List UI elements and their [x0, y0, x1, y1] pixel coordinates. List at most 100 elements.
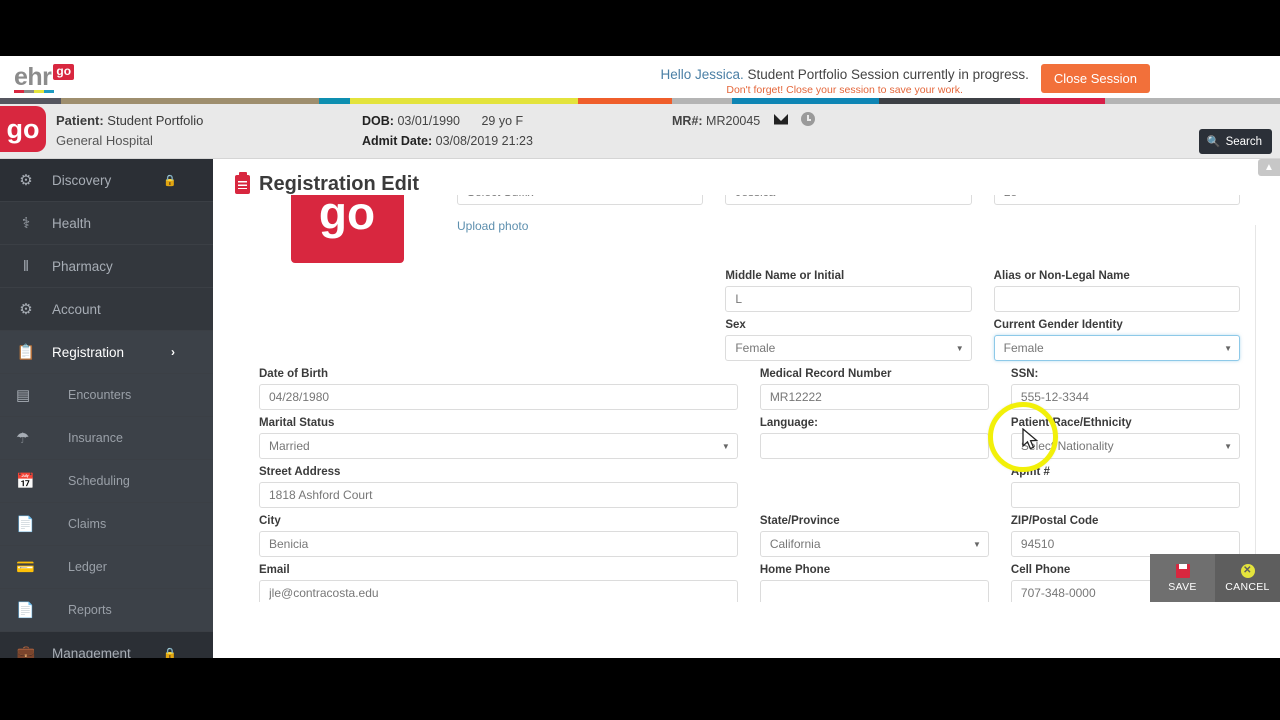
spacer-cell-2b	[457, 270, 703, 312]
last-name-input[interactable]	[993, 195, 1240, 205]
ssn-input[interactable]	[1010, 384, 1240, 410]
field-first-name: First Name	[725, 195, 972, 263]
sidebar-item-label: Registration	[52, 344, 125, 360]
city-input[interactable]	[259, 531, 738, 557]
field-street-address: Street Address	[259, 466, 738, 508]
gender-identity-select-wrap: Female ▼	[993, 335, 1240, 361]
logo-underline-segment-0	[14, 90, 24, 93]
sidebar-item-claims[interactable]: 📄 Claims	[0, 503, 213, 546]
sidebar-item-label: Claims	[68, 517, 107, 531]
patient-name-row: Patient: Student Portfolio	[56, 111, 203, 131]
logo-badge: go	[53, 64, 75, 80]
label-apartment: Apmt #	[1010, 466, 1050, 478]
field-alias: Alias or Non-Legal Name	[993, 270, 1240, 312]
sidebar-item-label: Account	[52, 301, 101, 317]
sidebar-item-account[interactable]: ⚙ Account	[0, 288, 213, 331]
mail-icon[interactable]	[774, 113, 788, 125]
sidebar-item-label: Discovery	[52, 172, 112, 188]
first-name-input[interactable]	[725, 195, 972, 205]
sidebar-item-encounters[interactable]: ▤ Encounters	[0, 374, 213, 417]
sidebar-item-discovery[interactable]: ⚙ Discovery 🔒	[0, 159, 213, 202]
search-button[interactable]: 🔍 Search	[1198, 129, 1272, 154]
spacer-cell-3b	[457, 319, 703, 361]
session-reminder: Don't forget! Close your session to save…	[726, 84, 963, 96]
marital-status-select[interactable]: Married	[259, 433, 738, 459]
application-window: ehr go Hello Jessica. Student Portfolio …	[0, 56, 1280, 658]
logo-underline	[14, 90, 54, 93]
mrn-input[interactable]	[759, 384, 989, 410]
field-state: State/Province California ▼	[759, 515, 989, 557]
close-session-button[interactable]: Close Session	[1040, 64, 1150, 93]
sex-select-wrap: Female ▼	[725, 335, 972, 361]
patient-header-bar: go Patient: Student Portfolio General Ho…	[0, 104, 1280, 159]
cogs-icon: ⚙	[19, 301, 33, 318]
home-phone-input[interactable]	[759, 580, 989, 602]
letterbox-top	[0, 0, 1280, 56]
save-button[interactable]: SAVE	[1150, 554, 1215, 602]
cancel-button-label: CANCEL	[1225, 580, 1270, 593]
sidebar-item-label: Scheduling	[68, 474, 130, 488]
chevron-right-icon: ›	[171, 345, 175, 359]
patient-dob-row: DOB: 03/01/1990 29 yo F	[362, 111, 523, 131]
clock-icon[interactable]	[801, 112, 815, 126]
suffix-select[interactable]: Select Suffix	[457, 195, 704, 205]
field-email: Email	[259, 564, 738, 602]
form-row-4: Date of Birth Medical Record Number SSN:	[259, 368, 1240, 410]
sidebar-item-registration[interactable]: 📋 Registration ›	[0, 331, 213, 374]
session-text-block: Hello Jessica. Student Portfolio Session…	[660, 64, 1028, 96]
form-row-8: Email Home Phone Cell Phone	[259, 564, 1240, 602]
label-street-address: Street Address	[259, 466, 341, 478]
patient-facility: General Hospital	[56, 133, 153, 148]
apartment-input[interactable]	[1010, 482, 1240, 508]
form-row-7: City State/Province California ▼	[259, 515, 1240, 557]
street-address-input[interactable]	[259, 482, 738, 508]
brand-bar: ehr go Hello Jessica. Student Portfolio …	[0, 56, 1280, 98]
app-logo[interactable]: ehr go	[14, 63, 75, 91]
patient-photo-placeholder[interactable]: go	[290, 195, 404, 263]
cancel-button[interactable]: ✕ CANCEL	[1215, 554, 1280, 602]
scroll-to-top-button[interactable]: ▲	[1258, 159, 1280, 176]
pills-icon: ‖	[22, 257, 30, 275]
logo-text: ehr	[14, 63, 52, 91]
sidebar-item-label: Health	[52, 215, 92, 231]
sidebar-item-management[interactable]: 💼 Management 🔒	[0, 632, 213, 658]
id-card-icon: ▤	[16, 387, 31, 404]
admit-value: 03/08/2019 21:23	[435, 134, 533, 148]
date-of-birth-input[interactable]	[259, 384, 738, 410]
session-banner: Hello Jessica. Student Portfolio Session…	[660, 64, 1150, 96]
sidebar-item-insurance[interactable]: ☂ Insurance	[0, 417, 213, 460]
label-email: Email	[259, 564, 290, 576]
email-input[interactable]	[259, 580, 738, 602]
label-ssn: SSN:	[1010, 368, 1039, 380]
dob-label: DOB:	[362, 114, 394, 128]
form-row-3: Sex Female ▼ Current Gender Identity Fem…	[259, 319, 1240, 361]
circle-x-icon: ✕	[1240, 563, 1255, 578]
sidebar-navigation: ⚙ Discovery 🔒 ⚕ Health ‖ Pharmacy ⚙ Account 📋 Regi…	[0, 159, 213, 658]
middle-name-input[interactable]	[725, 286, 972, 312]
file-text-icon: 📄	[16, 516, 35, 533]
label-sex: Sex	[725, 319, 746, 331]
sidebar-item-ledger[interactable]: 💳 Ledger	[0, 546, 213, 589]
sex-select[interactable]: Female	[725, 335, 972, 361]
state-select[interactable]: California	[759, 531, 989, 557]
gender-identity-select[interactable]: Female	[993, 335, 1240, 361]
label-zip: ZIP/Postal Code	[1010, 515, 1099, 527]
field-ssn: SSN:	[1010, 368, 1240, 410]
page-header: Registration Edit	[213, 159, 1280, 196]
sidebar-item-reports[interactable]: 📄 Reports	[0, 589, 213, 632]
field-date-of-birth: Date of Birth	[259, 368, 738, 410]
sidebar-item-health[interactable]: ⚕ Health	[0, 202, 213, 245]
upload-photo-link[interactable]: Upload photo	[457, 219, 703, 233]
form-row-2: Middle Name or Initial Alias or Non-Lega…	[259, 270, 1240, 312]
sidebar-item-pharmacy[interactable]: ‖ Pharmacy	[0, 245, 213, 288]
main-content: ▲ Registration Edit go Select Suffix Upl…	[213, 159, 1280, 602]
label-city: City	[259, 515, 281, 527]
form-scroll-area[interactable]: go Suffix Select Suffix ▼ Upload photo	[213, 195, 1280, 602]
sidebar-item-scheduling[interactable]: 📅 Scheduling	[0, 460, 213, 503]
sidebar-item-label: Management	[52, 645, 131, 659]
race-ethnicity-select[interactable]: Select Nationality	[1010, 433, 1240, 459]
field-home-phone: Home Phone	[759, 564, 989, 602]
alias-input[interactable]	[993, 286, 1240, 312]
sidebar-item-label: Insurance	[68, 431, 123, 445]
language-input[interactable]	[759, 433, 989, 459]
